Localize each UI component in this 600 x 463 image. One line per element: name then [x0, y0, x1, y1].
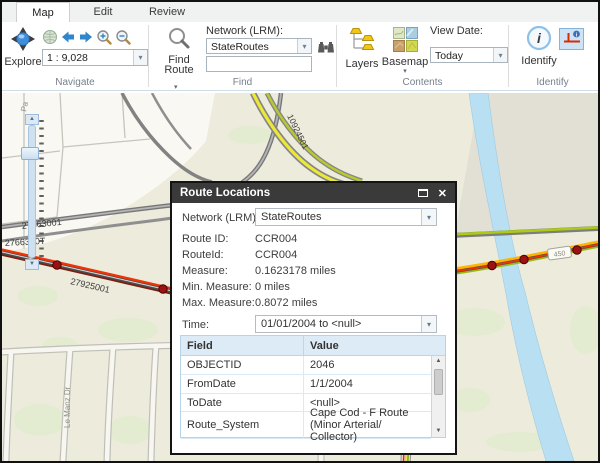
basemap-grid-icon — [392, 27, 418, 55]
basemap-dropdown-caret[interactable]: ▾ — [403, 68, 407, 75]
network-combo[interactable]: StateRoutes ▾ — [255, 208, 437, 226]
next-extent-button[interactable] — [78, 29, 94, 48]
chevron-down-icon: ▾ — [421, 316, 436, 332]
cell-field: Route_System — [181, 412, 304, 438]
field-value-measure: 0.1623178 miles — [255, 265, 336, 277]
search-routes-button[interactable] — [317, 39, 335, 59]
chevron-down-icon: ▾ — [133, 50, 147, 65]
column-header-field: Field — [181, 336, 304, 355]
identify-button[interactable]: i Identify — [520, 25, 558, 73]
identify-info-icon: i — [526, 25, 552, 54]
maximize-icon[interactable] — [417, 189, 428, 197]
zoom-slider-down-button[interactable]: ▼ — [25, 259, 39, 270]
fixed-zoom-out-button[interactable] — [115, 29, 132, 49]
table-row[interactable]: OBJECTID 2046 — [181, 356, 431, 375]
identify-label: Identify — [521, 55, 557, 67]
arrow-right-icon — [78, 31, 94, 48]
full-extent-button[interactable] — [42, 29, 58, 48]
group-label-identify: Identify — [536, 77, 569, 88]
map-scale-value: 1 : 9,028 — [47, 52, 88, 64]
ribbon-tab-bar: Map Edit Review — [2, 2, 598, 22]
previous-extent-button[interactable] — [60, 29, 76, 48]
fixed-zoom-in-button[interactable] — [96, 29, 113, 49]
time-combo-value: 01/01/2004 to <null> — [261, 318, 362, 330]
network-lrm-combo[interactable]: StateRoutes ▾ — [206, 38, 312, 54]
column-header-value: Value — [310, 339, 339, 352]
binoculars-icon — [317, 42, 335, 59]
table-row[interactable]: FromDate 1/1/2004 — [181, 375, 431, 394]
chevron-down-icon: ▾ — [421, 209, 436, 225]
find-route-button[interactable]: Find Route — [158, 26, 200, 84]
app-window: Map Edit Review Explore 1: 9,028 ▾ Navi… — [0, 0, 600, 463]
network-lrm-label: Network (LRM): — [206, 25, 284, 37]
field-label-route-id: Route ID: — [182, 233, 229, 245]
layers-tree-icon — [349, 27, 375, 57]
view-date-combo[interactable]: Today ▾ — [430, 47, 508, 63]
layers-label: Layers — [345, 58, 379, 70]
cell-field: OBJECTID — [181, 356, 304, 374]
cell-field: FromDate — [181, 375, 304, 393]
scroll-up-icon[interactable]: ▲ — [432, 356, 445, 367]
group-label-contents: Contents — [402, 77, 443, 88]
ribbon: Explore 1: 9,028 ▾ Navigate Find Route … — [2, 22, 598, 91]
field-value-max-measure: 0.8072 miles — [255, 297, 318, 309]
explore-button[interactable]: Explore — [4, 26, 42, 76]
scrollbar-thumb[interactable] — [434, 369, 443, 395]
group-label-navigate: Navigate — [55, 77, 95, 88]
close-icon[interactable]: ✕ — [438, 187, 447, 200]
time-combo[interactable]: 01/01/2004 to <null> ▾ — [255, 315, 437, 333]
layers-button[interactable]: Layers — [344, 27, 380, 75]
network-lrm-value: StateRoutes — [211, 41, 269, 53]
explore-compass-icon — [10, 26, 36, 55]
scroll-down-icon[interactable]: ▼ — [432, 426, 445, 437]
field-label-routeid: RouteId: — [182, 249, 224, 261]
basemap-button[interactable]: Basemap ▾ — [381, 27, 429, 83]
field-label-measure: Measure: — [182, 265, 228, 277]
table-scrollbar[interactable]: ▲ ▼ — [431, 356, 445, 437]
basemap-label: Basemap — [381, 56, 429, 68]
tab-map[interactable]: Map — [16, 2, 70, 22]
identify-route-location-toggle[interactable]: i — [559, 28, 584, 50]
chevron-down-icon: ▾ — [297, 39, 311, 53]
zoom-slider-track[interactable] — [28, 125, 36, 258]
zoom-slider-up-button[interactable]: ▲ — [25, 114, 39, 125]
label-le-manz-dr: Le Manz Dr — [63, 386, 72, 428]
field-label-max-measure: Max. Measure: — [182, 297, 255, 309]
cell-field: ToDate — [181, 394, 304, 411]
zoom-in-icon — [96, 30, 113, 49]
chevron-down-icon: ▾ — [493, 48, 507, 62]
attribute-table-header: Field Value — [181, 336, 445, 356]
table-row[interactable]: Route_System Cape Cod - F Route (Minor A… — [181, 407, 431, 443]
map-scale-combo[interactable]: 1 : 9,028 ▾ — [42, 49, 148, 66]
zoom-out-icon — [115, 30, 132, 49]
field-label-min-measure: Min. Measure: — [182, 281, 252, 293]
arrow-left-icon — [60, 31, 76, 48]
cell-value: 2046 — [310, 359, 335, 371]
field-value-route-id: CCR004 — [255, 233, 298, 245]
view-date-value: Today — [435, 50, 464, 62]
tab-review[interactable]: Review — [136, 2, 198, 22]
field-label-network: Network (LRM): — [182, 212, 260, 224]
group-label-find: Find — [232, 77, 253, 88]
find-route-label-2: Route — [164, 64, 194, 76]
network-combo-value: StateRoutes — [261, 211, 322, 223]
field-value-min-measure: 0 miles — [255, 281, 290, 293]
field-label-time: Time: — [182, 319, 210, 331]
explore-label: Explore — [4, 56, 42, 68]
route-id-input[interactable] — [206, 56, 312, 72]
cell-value: Cape Cod - F Route (Minor Arterial/ Coll… — [310, 407, 409, 443]
field-value-routeid: CCR004 — [255, 249, 298, 261]
dialog-titlebar[interactable]: Route Locations ✕ — [172, 183, 455, 203]
cell-value: 1/1/2004 — [310, 378, 353, 390]
route-locations-dialog: Route Locations ✕ Network (LRM): StateRo… — [170, 181, 457, 455]
magnifier-icon — [167, 26, 191, 53]
view-date-label: View Date: — [430, 25, 483, 37]
identify-route-icon: i — [562, 29, 582, 50]
attribute-table: Field Value OBJECTID 2046 FromDate 1/1/2… — [180, 335, 446, 443]
tab-edit[interactable]: Edit — [76, 2, 130, 22]
globe-icon — [42, 30, 58, 48]
dialog-title: Route Locations — [180, 187, 271, 199]
zoom-slider-handle[interactable] — [21, 147, 39, 160]
